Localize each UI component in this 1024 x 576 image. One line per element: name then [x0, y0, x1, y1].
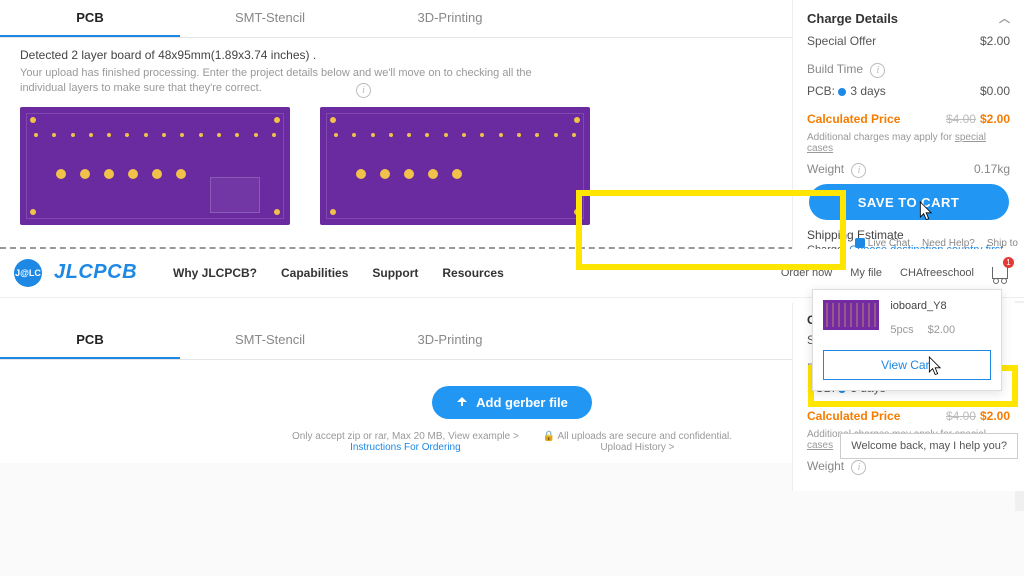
extra-charges-note: Additional charges may apply for special…: [807, 132, 1010, 154]
upload-history-link[interactable]: Upload History >: [600, 442, 674, 453]
pcb-build-time: PCB: 3 days: [807, 84, 886, 98]
calc-price-value: $4.00$2.00: [946, 112, 1010, 126]
charge-title: Charge Details: [807, 11, 898, 26]
chat-bubble[interactable]: Welcome back, may I help you?: [840, 433, 1018, 459]
build-time-label: Build Time i: [807, 62, 885, 78]
cart-badge: 1: [1003, 257, 1014, 268]
save-to-cart-button[interactable]: SAVE TO CART: [809, 184, 1009, 220]
nav-resources[interactable]: Resources: [442, 266, 503, 280]
pcb-build-price: $0.00: [980, 84, 1010, 98]
cart-dropdown: ioboard_Y8 5pcs $2.00 View Cart: [812, 289, 1002, 391]
weight-value: 0.17kg: [974, 162, 1010, 178]
special-offer-label: Special Offer: [807, 34, 876, 48]
need-help-link[interactable]: Need Help?: [922, 238, 975, 249]
upload-secure-note: 🔒 All uploads are secure and confidentia…: [543, 431, 732, 442]
logo-badge-icon: J@LC: [14, 259, 42, 287]
live-chat-link[interactable]: Live Chat: [855, 238, 910, 249]
cart-item-qty: 5pcs: [890, 324, 913, 336]
order-now-link[interactable]: Order now: [781, 267, 832, 279]
user-name[interactable]: CHAfreeschool: [900, 267, 974, 279]
tab-3dprint[interactable]: 3D-Printing: [360, 322, 540, 359]
nav-support[interactable]: Support: [372, 266, 418, 280]
special-offer-value: $2.00: [980, 34, 1010, 48]
nav-capabilities[interactable]: Capabilities: [281, 266, 348, 280]
ordering-instructions-link[interactable]: Instructions For Ordering: [350, 442, 461, 453]
calc-price-value: $4.00$2.00: [946, 409, 1010, 423]
ship-to-link[interactable]: Ship to: [987, 238, 1018, 249]
tab-pcb[interactable]: PCB: [0, 322, 180, 359]
cart-icon[interactable]: 1: [990, 261, 1010, 279]
calc-price-label: Calculated Price: [807, 112, 900, 126]
cart-item-price: $2.00: [928, 324, 956, 336]
tab-pcb[interactable]: PCB: [0, 0, 180, 37]
footer-toolbar: Live Chat Need Help? Ship to: [855, 238, 1018, 249]
chevron-up-icon[interactable]: ︿: [999, 10, 1010, 26]
nav-why[interactable]: Why JLCPCB?: [173, 266, 257, 280]
pcb-preview-front[interactable]: [20, 107, 290, 225]
pcb-preview-back[interactable]: [320, 107, 590, 225]
lock-icon: 🔒: [543, 431, 555, 442]
tab-stencil[interactable]: SMT-Stencil: [180, 322, 360, 359]
processing-note: Your upload has finished processing. Ent…: [0, 66, 560, 107]
info-icon[interactable]: i: [870, 63, 885, 78]
charge-panel: Charge Details ︿ Special Offer $2.00 Build…: [792, 0, 1024, 256]
calc-price-label: Calculated Price: [807, 409, 900, 423]
weight-label: Weight i: [807, 162, 866, 178]
tab-stencil[interactable]: SMT-Stencil: [180, 0, 360, 37]
view-cart-button[interactable]: View Cart: [823, 350, 991, 380]
tab-3dprint[interactable]: 3D-Printing: [360, 0, 540, 37]
info-icon[interactable]: i: [851, 460, 866, 475]
add-gerber-button[interactable]: Add gerber file: [432, 386, 592, 419]
my-file-link[interactable]: My file: [850, 267, 882, 279]
info-icon[interactable]: i: [851, 163, 866, 178]
upload-accept-note: Only accept zip or rar, Max 20 MB, View …: [292, 431, 519, 442]
info-icon[interactable]: i: [356, 83, 371, 98]
cart-item-name: ioboard_Y8: [890, 300, 955, 312]
logo[interactable]: JLCPCB: [54, 261, 137, 284]
upload-icon: [456, 396, 468, 408]
cart-item-thumb: [823, 300, 879, 330]
weight-label: Weight i: [807, 459, 866, 475]
